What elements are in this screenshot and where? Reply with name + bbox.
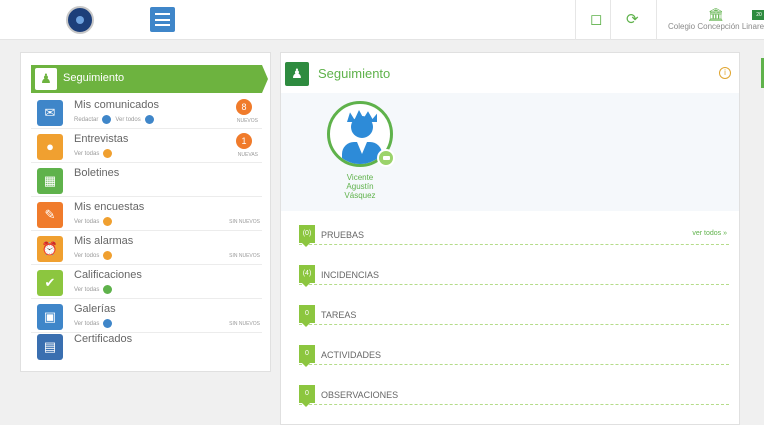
sidebar-item-actions: Ver todas	[74, 149, 113, 158]
count-badge: (0)	[299, 225, 315, 247]
student-profile: Vicente Agustín Vásquez	[281, 93, 739, 211]
sidebar-item-seguimiento[interactable]: ♟ Seguimiento	[31, 65, 268, 93]
arrow-icon[interactable]	[144, 115, 154, 124]
page-title: Seguimiento	[318, 66, 391, 81]
clipboard-icon[interactable]: ◻	[590, 11, 602, 29]
history-icon[interactable]: ⟳	[626, 11, 639, 29]
school-name: Colegio Concepción Linares	[668, 22, 764, 31]
survey-icon: ✎	[37, 202, 63, 228]
hamburger-menu-button[interactable]	[150, 7, 175, 32]
section-label: PRUEBAS	[321, 230, 365, 240]
certificate-icon: ▤	[37, 334, 63, 360]
info-icon[interactable]: i	[719, 67, 731, 79]
sidebar-item-actions: Ver todas	[74, 319, 113, 328]
student-name[interactable]: Vicente Agustín Vásquez	[329, 173, 391, 200]
count-badge: 8	[236, 99, 252, 115]
sidebar-item-calificaciones[interactable]: ✔ Calificaciones Ver todas	[31, 267, 262, 299]
section-label: INCIDENCIAS	[321, 270, 380, 280]
sidebar-item-label: Galerías	[74, 303, 116, 315]
sidebar-item-label: Mis comunicados	[74, 99, 159, 111]
status-note: SIN NUEVOS	[229, 253, 260, 259]
sidebar-item-galerias[interactable]: ▣ Galerías Ver todas SIN NUEVOS	[31, 301, 262, 333]
status-note: SIN NUEVOS	[229, 219, 260, 225]
section-label: ACTIVIDADES	[321, 350, 382, 360]
sidebar-item-entrevistas[interactable]: ● Entrevistas Ver todas 1 NUEVAS	[31, 131, 262, 163]
section-label: OBSERVACIONES	[321, 390, 399, 400]
section-row-tareas[interactable]: 0 TAREAS	[299, 301, 729, 327]
sidebar-item-label: Certificados	[74, 333, 133, 345]
student-figure-icon: ♟	[35, 68, 57, 90]
section-label: TAREAS	[321, 310, 357, 320]
section-row-observaciones[interactable]: 0 OBSERVACIONES	[299, 381, 729, 407]
section-row-actividades[interactable]: 0 ACTIVIDADES	[299, 341, 729, 367]
section-row-incidencias[interactable]: (4) INCIDENCIAS	[299, 261, 729, 287]
sidebar-item-encuestas[interactable]: ✎ Mis encuestas Ver todas SIN NUEVOS	[31, 199, 262, 231]
ver-todos-link[interactable]: Ver todos	[74, 253, 99, 259]
count-badge: 0	[299, 305, 315, 327]
status-note: SIN NUEVOS	[229, 321, 260, 327]
grades-icon: ✔	[37, 270, 63, 296]
ver-todos-link[interactable]: ver todos »	[692, 230, 727, 237]
sidebar-item-certificados[interactable]: ▤ Certificados	[31, 331, 262, 363]
student-second-name: Agustín	[346, 182, 374, 191]
ver-todas-link[interactable]: Ver todas	[74, 219, 99, 225]
divider	[610, 0, 611, 40]
count-badge: 0	[299, 345, 315, 367]
student-last-name: Vásquez	[344, 191, 376, 200]
badge-note: NUEVAS	[237, 152, 258, 158]
people-icon: ●	[37, 134, 63, 160]
arrow-icon[interactable]	[103, 285, 113, 294]
year-tab[interactable]: 20	[752, 10, 764, 20]
divider	[575, 0, 576, 40]
ver-todos-link[interactable]: Ver todos	[115, 117, 140, 123]
sidebar-item-label: Entrevistas	[74, 133, 129, 145]
gallery-icon: ▣	[37, 304, 63, 330]
avatar-head	[351, 116, 373, 138]
chat-icon[interactable]	[377, 149, 395, 167]
school-selector[interactable]: 🏛 Colegio Concepción Linares	[668, 8, 764, 31]
count-badge: 0	[299, 385, 315, 407]
count-badge: (4)	[299, 265, 315, 287]
redactar-link[interactable]: Redactar	[74, 117, 98, 123]
count-badge: 1	[236, 133, 252, 149]
sidebar-item-label: Calificaciones	[74, 269, 142, 281]
arrow-icon[interactable]	[103, 149, 113, 158]
sidebar-item-actions: Ver todos	[74, 251, 113, 260]
main-header: ♟ Seguimiento i	[281, 53, 739, 93]
chat-bubble-icon: ✉	[37, 100, 63, 126]
sidebar-item-label: Mis encuestas	[74, 201, 145, 213]
school-building-icon: 🏛	[707, 8, 725, 22]
sidebar-item-actions: Ver todas	[74, 285, 113, 294]
top-bar: ◻ ⟳ 🏛 Colegio Concepción Linares 20	[0, 0, 764, 40]
pencil-icon[interactable]	[102, 115, 112, 124]
sidebar-item-label: Boletines	[74, 167, 120, 179]
main-panel: ♟ Seguimiento i Vicente Agustín Vásquez …	[280, 52, 740, 425]
sidebar-header-label: Seguimiento	[63, 72, 125, 84]
badge-note: NUEVOS	[236, 118, 258, 124]
divider	[656, 0, 657, 40]
sidebar-item-actions: Redactar Ver todos	[74, 115, 154, 124]
student-figure-icon: ♟	[285, 62, 309, 86]
school-logo-icon[interactable]	[66, 6, 94, 34]
alarm-clock-icon: ⏰	[37, 236, 63, 262]
ver-todas-link[interactable]: Ver todas	[74, 287, 99, 293]
sidebar-item-boletines[interactable]: ▦ Boletines	[31, 165, 262, 197]
sidebar-panel: ♟ Seguimiento ✉ Mis comunicados Redactar…	[20, 52, 271, 372]
sidebar-item-label: Mis alarmas	[74, 235, 134, 247]
sidebar-item-comunicados[interactable]: ✉ Mis comunicados Redactar Ver todos 8 N…	[31, 97, 262, 129]
ver-todas-link[interactable]: Ver todas	[74, 151, 99, 157]
sidebar-item-actions: Ver todas	[74, 217, 113, 226]
arrow-icon[interactable]	[103, 251, 113, 260]
ver-todas-link[interactable]: Ver todas	[74, 321, 99, 327]
student-first-name: Vicente	[346, 173, 374, 182]
section-row-pruebas[interactable]: (0) PRUEBAS ver todos »	[299, 221, 729, 247]
arrow-icon[interactable]	[103, 319, 113, 328]
sidebar-item-alarmas[interactable]: ⏰ Mis alarmas Ver todos SIN NUEVOS	[31, 233, 262, 265]
report-card-icon: ▦	[37, 168, 63, 194]
arrow-icon[interactable]	[103, 217, 113, 226]
